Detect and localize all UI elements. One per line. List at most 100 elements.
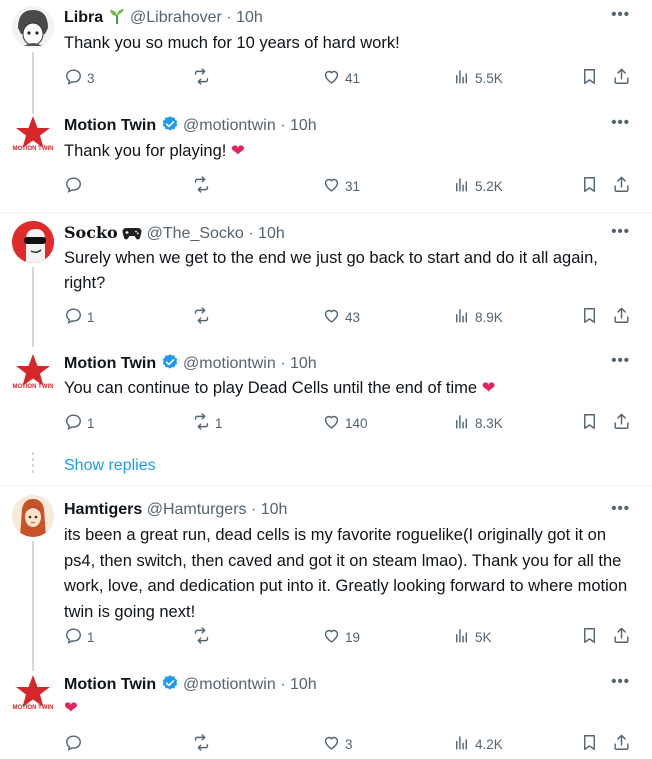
retweet-button[interactable]: [192, 67, 215, 89]
timestamp[interactable]: · 10h: [280, 117, 316, 134]
view-count: 4.2K: [475, 736, 503, 752]
reply-button[interactable]: 3: [64, 67, 95, 89]
display-name[interactable]: Socko: [64, 223, 118, 242]
bookmark-button[interactable]: [580, 733, 599, 755]
tweet-text-content: You can continue to play Dead Cells unti…: [64, 379, 478, 397]
handle[interactable]: @Hamturgers: [147, 501, 247, 518]
heart-icon: [322, 175, 341, 197]
like-button[interactable]: 31: [322, 175, 360, 197]
bookmark-button[interactable]: [580, 412, 599, 434]
bookmark-button[interactable]: [580, 626, 599, 648]
tweet-text: Thank you so much for 10 years of hard w…: [64, 34, 400, 52]
views-button[interactable]: 5.5K: [452, 67, 503, 89]
bookmark-button[interactable]: [580, 306, 599, 328]
timestamp[interactable]: · 10h: [280, 355, 316, 372]
bookmark-icon: [580, 175, 599, 197]
retweet-button[interactable]: [192, 733, 215, 755]
share-button[interactable]: [612, 67, 631, 89]
handle[interactable]: @motiontwin: [183, 676, 276, 693]
more-options-icon[interactable]: •••: [611, 500, 630, 517]
action-bar: 3 41 5.5K: [64, 67, 636, 89]
reply-icon: [64, 626, 83, 648]
retweet-button[interactable]: [192, 626, 215, 648]
heart-icon: [322, 67, 341, 89]
tweet-header: Motion Twin @motiontwin · 10h: [64, 353, 317, 377]
reply-icon: [64, 306, 83, 328]
reply-button[interactable]: [64, 175, 87, 197]
like-button[interactable]: 3: [322, 733, 353, 755]
handle[interactable]: @The_Socko: [147, 225, 244, 242]
verified-badge-icon: [161, 353, 179, 377]
red-heart-emoji-icon: ❤: [64, 699, 78, 717]
more-options-icon[interactable]: •••: [611, 6, 630, 23]
reply-button[interactable]: 1: [64, 306, 95, 328]
display-name[interactable]: Libra: [64, 9, 103, 26]
more-options-icon[interactable]: •••: [611, 673, 630, 690]
reply-button[interactable]: 1: [64, 626, 95, 648]
share-button[interactable]: [612, 175, 631, 197]
avatar[interactable]: [12, 495, 54, 537]
tweet[interactable]: Socko @The_Socko · 10h ••• Surely when w…: [0, 217, 652, 347]
like-button[interactable]: 43: [322, 306, 360, 328]
tweet[interactable]: MOTION TWIN Motion Twin @motiontwin · 10…: [0, 346, 652, 446]
retweet-button[interactable]: 1: [192, 412, 223, 434]
share-button[interactable]: [612, 306, 631, 328]
like-button[interactable]: 140: [322, 412, 368, 434]
display-name[interactable]: Motion Twin: [64, 355, 156, 372]
avatar[interactable]: MOTION TWIN: [12, 673, 54, 715]
reply-button[interactable]: 1: [64, 412, 95, 434]
like-count: 31: [345, 178, 361, 194]
tweet[interactable]: MOTION TWIN Motion Twin @motiontwin · 10…: [0, 108, 652, 212]
timestamp[interactable]: · 10h: [251, 501, 287, 518]
logo-text: MOTION TWIN: [12, 705, 54, 711]
bookmark-button[interactable]: [580, 175, 599, 197]
retweet-button[interactable]: [192, 175, 215, 197]
more-options-icon[interactable]: •••: [611, 223, 630, 240]
tweet[interactable]: Hamtigers @Hamturgers · 10h ••• its been…: [0, 490, 652, 671]
tweet[interactable]: Libra @Librahover · 10h ••• Thank you so…: [0, 0, 652, 114]
like-button[interactable]: 41: [322, 67, 360, 89]
timestamp[interactable]: · 10h: [226, 9, 262, 26]
like-button[interactable]: 19: [322, 626, 360, 648]
share-button[interactable]: [612, 626, 631, 648]
action-bar: 1 19 5K: [64, 626, 636, 648]
views-button[interactable]: 5.2K: [452, 175, 503, 197]
logo-text: MOTION TWIN: [12, 384, 54, 390]
logo-text: MOTION TWIN: [12, 146, 54, 152]
bookmark-icon: [580, 306, 599, 328]
avatar[interactable]: [12, 221, 54, 263]
bookmark-button[interactable]: [580, 67, 599, 89]
tweet[interactable]: MOTION TWIN Motion Twin @motiontwin · 10…: [0, 667, 652, 759]
views-button[interactable]: 4.2K: [452, 733, 503, 755]
views-icon: [452, 67, 471, 89]
view-count: 5.5K: [475, 70, 503, 86]
share-button[interactable]: [612, 733, 631, 755]
views-icon: [452, 626, 471, 648]
more-options-icon[interactable]: •••: [611, 352, 630, 369]
reply-button[interactable]: [64, 733, 87, 755]
handle[interactable]: @motiontwin: [183, 355, 276, 372]
verified-badge-icon: [161, 115, 179, 139]
hamtigers-avatar-image: [12, 495, 54, 537]
views-button[interactable]: 8.9K: [452, 306, 503, 328]
share-button[interactable]: [612, 412, 631, 434]
display-name[interactable]: Motion Twin: [64, 117, 156, 134]
share-icon: [612, 67, 631, 89]
display-name[interactable]: Hamtigers: [64, 501, 142, 518]
timestamp[interactable]: · 10h: [248, 225, 284, 242]
avatar[interactable]: MOTION TWIN: [12, 114, 54, 156]
avatar[interactable]: MOTION TWIN: [12, 352, 54, 394]
action-bar: 3 4.2K: [64, 733, 636, 755]
timestamp[interactable]: · 10h: [280, 676, 316, 693]
display-name[interactable]: Motion Twin: [64, 676, 156, 693]
handle[interactable]: @Librahover: [130, 9, 222, 26]
views-button[interactable]: 8.3K: [452, 412, 503, 434]
retweet-button[interactable]: [192, 306, 215, 328]
avatar[interactable]: [12, 6, 54, 48]
views-icon: [452, 412, 471, 434]
show-replies-link[interactable]: Show replies: [64, 457, 156, 475]
views-button[interactable]: 5K: [452, 626, 492, 648]
handle[interactable]: @motiontwin: [183, 117, 276, 134]
tweet-header: Motion Twin @motiontwin · 10h: [64, 674, 317, 698]
more-options-icon[interactable]: •••: [611, 114, 630, 131]
